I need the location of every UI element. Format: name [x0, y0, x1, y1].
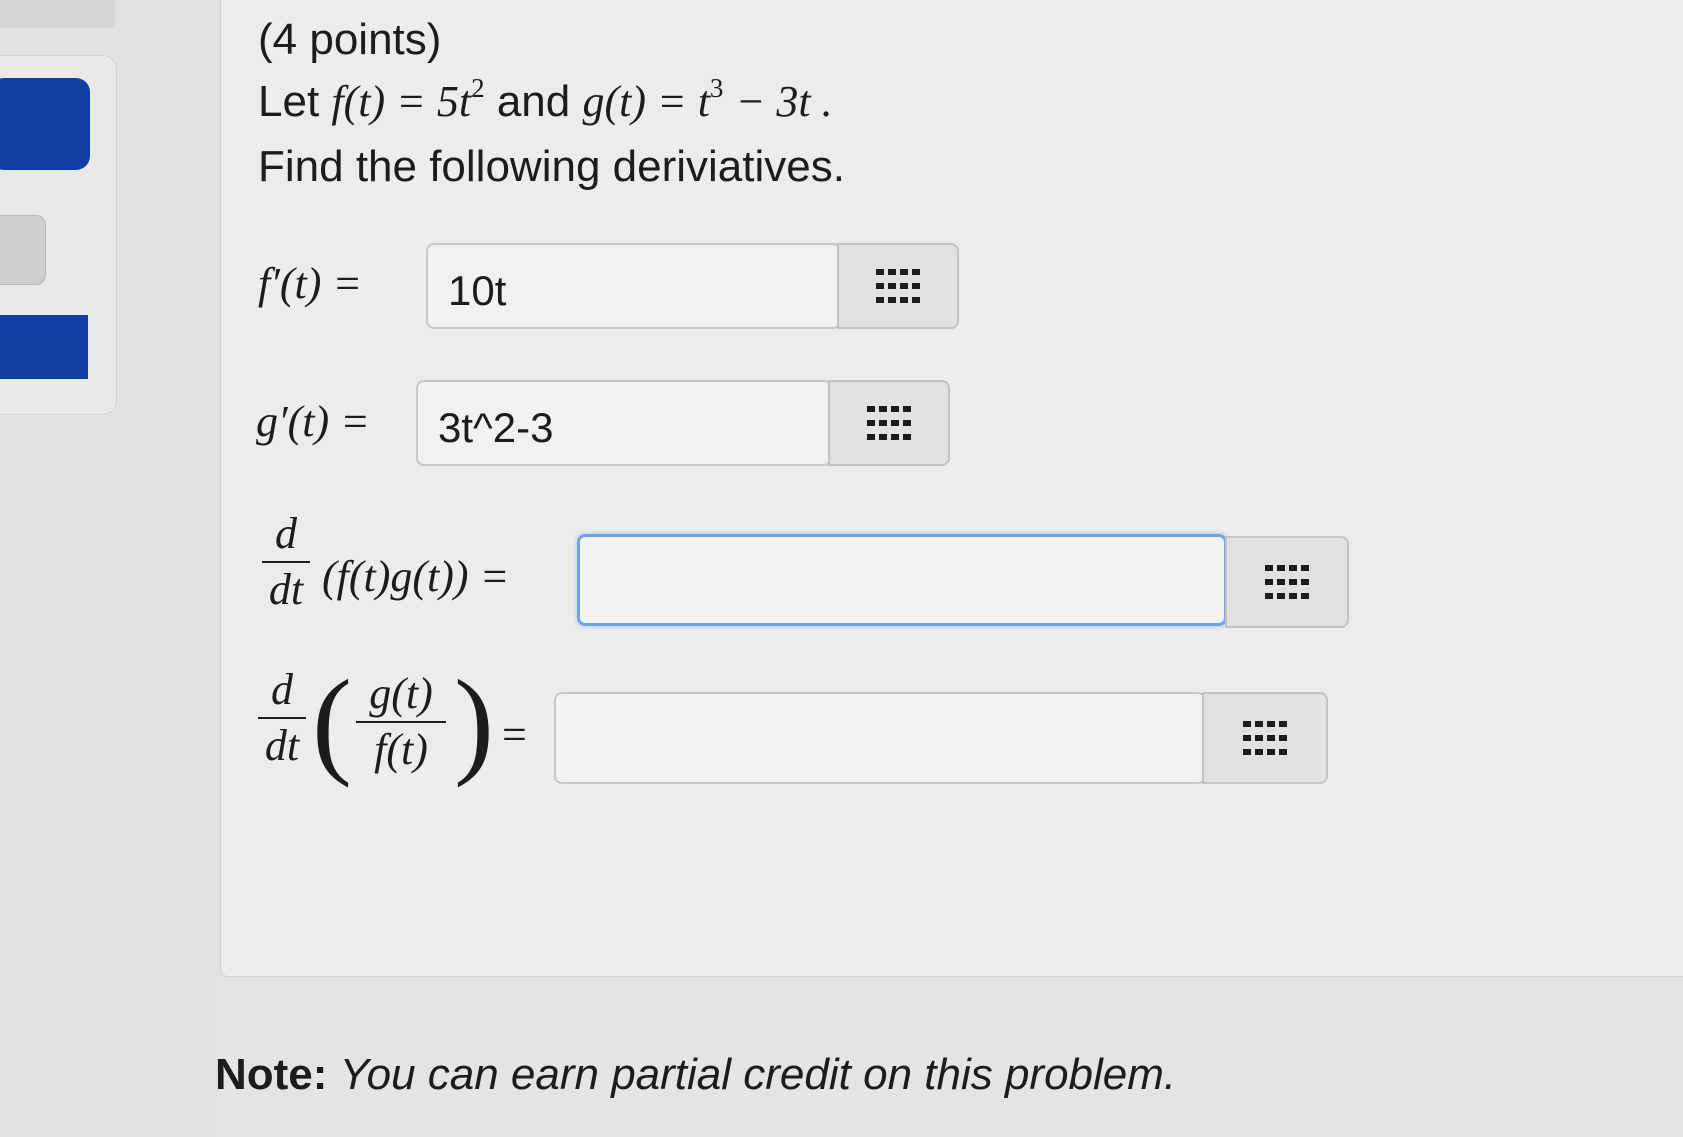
- fraction-bar: [262, 561, 310, 563]
- left-parenthesis: (: [312, 655, 352, 788]
- question-4-equals: =: [502, 710, 527, 759]
- fraction-bar: [258, 717, 306, 719]
- keypad-button-2[interactable]: [828, 380, 950, 466]
- answer-input-2-value: 3t^2-3: [438, 404, 554, 451]
- grid-keypad-icon: [1265, 565, 1309, 599]
- question-2-label: g′(t) =: [256, 397, 370, 446]
- grid-keypad-icon: [876, 269, 920, 303]
- answer-input-1[interactable]: 10t: [426, 243, 841, 329]
- g-definition: g(t) = t: [582, 77, 710, 126]
- sidebar-nav-button[interactable]: [0, 78, 90, 170]
- problem-statement: Let f(t) = 5t2 and g(t) = t3 − 3t .: [258, 75, 833, 126]
- right-parenthesis: ): [454, 655, 494, 788]
- quotient-fraction: g(t) f(t): [356, 672, 446, 772]
- d-numerator: d: [275, 509, 297, 558]
- keypad-button-3[interactable]: [1225, 536, 1349, 628]
- grid-keypad-icon: [867, 406, 911, 440]
- dt-denominator: dt: [264, 721, 300, 770]
- sidebar-secondary-button[interactable]: [0, 215, 46, 285]
- sidebar-top-edge: [0, 0, 115, 28]
- quotient-denominator: f(t): [374, 725, 428, 774]
- let-word: Let: [258, 77, 320, 126]
- fraction-bar: [356, 721, 446, 723]
- instruction-text: Find the following deriviatives.: [258, 142, 845, 191]
- answer-input-2[interactable]: 3t^2-3: [416, 380, 832, 466]
- question-3-expression: (f(t)g(t)) =: [322, 552, 510, 601]
- points-label: (4 points): [258, 15, 442, 64]
- quotient-numerator: g(t): [369, 669, 433, 718]
- and-word: and: [496, 77, 571, 126]
- g-exponent: 3: [709, 73, 724, 103]
- grid-keypad-icon: [1243, 721, 1287, 755]
- question-4-derivative-operator: d dt: [258, 668, 306, 768]
- partial-credit-note: Note: You can earn partial credit on thi…: [215, 1050, 1176, 1100]
- answer-input-1-value: 10t: [448, 267, 507, 314]
- g-definition-tail: − 3t .: [735, 77, 833, 126]
- answer-input-3[interactable]: [577, 534, 1227, 626]
- d-numerator: d: [271, 665, 293, 714]
- keypad-button-1[interactable]: [837, 243, 959, 329]
- keypad-button-4[interactable]: [1202, 692, 1328, 784]
- f-exponent: 2: [471, 73, 485, 103]
- note-label: Note:: [215, 1050, 328, 1099]
- sidebar-nav-button[interactable]: [0, 315, 88, 379]
- question-3-derivative-operator: d dt: [262, 512, 310, 612]
- dt-denominator: dt: [268, 565, 304, 614]
- note-text: You can earn partial credit on this prob…: [339, 1050, 1177, 1099]
- f-definition: f(t) = 5t: [331, 77, 472, 126]
- question-1-label: f′(t) =: [258, 259, 363, 308]
- answer-input-4[interactable]: [554, 692, 1206, 784]
